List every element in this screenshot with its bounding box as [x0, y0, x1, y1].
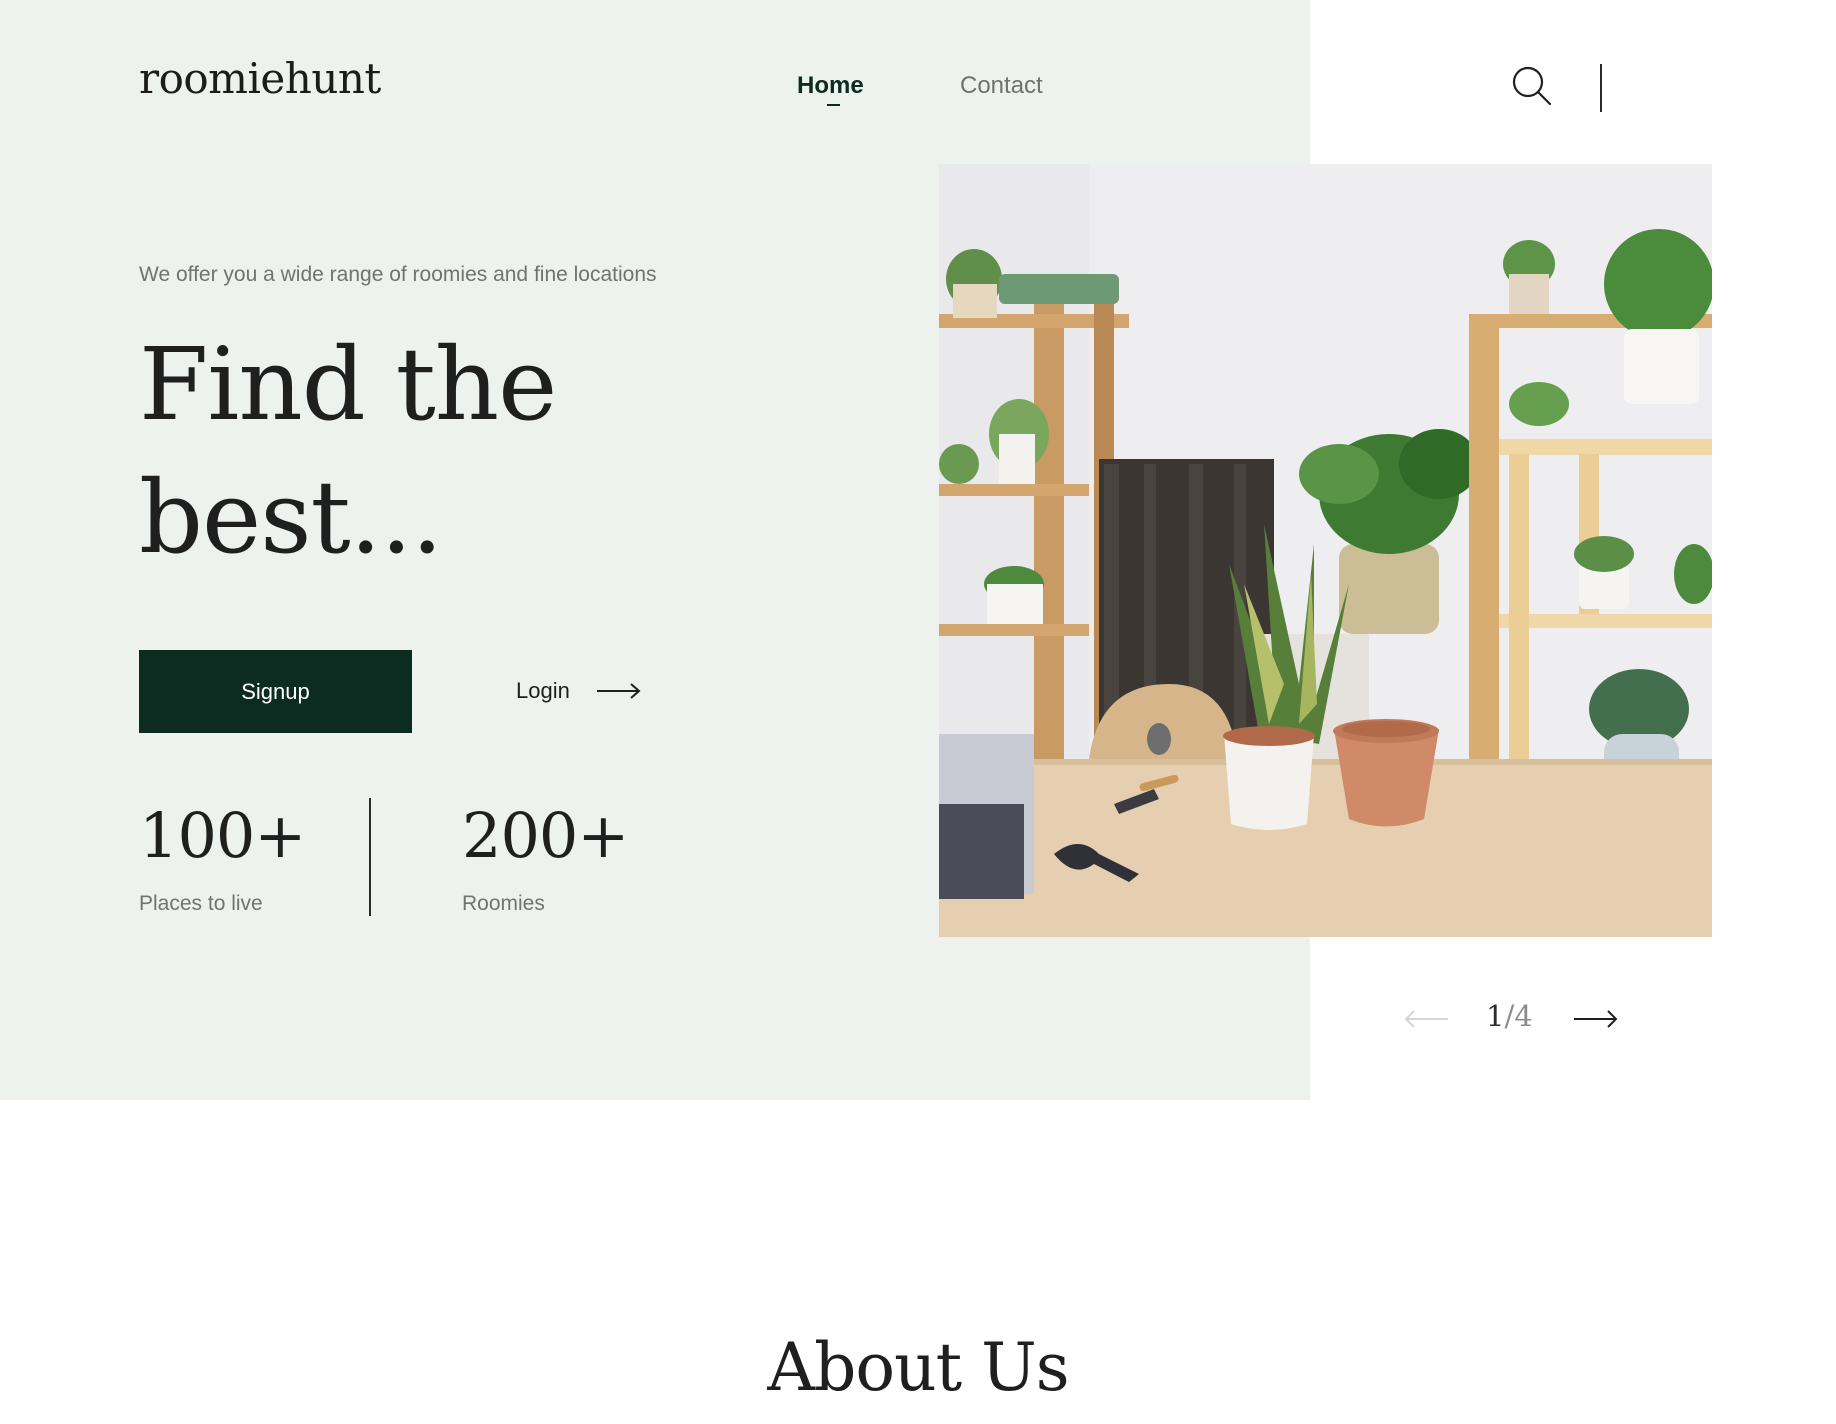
headline-line-2: best... — [139, 459, 443, 576]
nav-contact-link[interactable]: Contact — [960, 74, 1043, 98]
nav-home-label: Home — [797, 72, 864, 99]
search-icon — [1512, 66, 1552, 106]
headline-line-1: Find the — [139, 326, 557, 443]
header-divider — [1600, 64, 1602, 112]
login-link[interactable]: Login — [516, 680, 642, 702]
search-button[interactable] — [1510, 64, 1554, 108]
carousel-counter: 1 / 4 — [1486, 1002, 1533, 1031]
hero-headline: Find the best... — [139, 318, 557, 584]
plants-on-shelves-photo — [939, 164, 1712, 937]
about-title: About Us — [767, 1329, 1069, 1406]
arrow-left-icon — [1404, 1010, 1448, 1028]
nav-home-link[interactable]: Home — [797, 72, 864, 106]
carousel-prev-button[interactable] — [1402, 1004, 1450, 1034]
arrow-right-icon — [596, 683, 641, 699]
stat-places-value: 100+ — [139, 799, 306, 872]
arrow-right-icon — [1574, 1010, 1618, 1028]
hero-tagline: We offer you a wide range of roomies and… — [139, 263, 657, 286]
carousel-current: 1 — [1486, 999, 1505, 1033]
nav-contact-label: Contact — [960, 72, 1043, 99]
stat-places-label: Places to live — [139, 892, 263, 915]
login-label: Login — [516, 678, 570, 703]
hero-image — [939, 164, 1712, 937]
site-logo[interactable]: roomiehunt — [139, 58, 381, 100]
nav-active-indicator — [827, 104, 840, 106]
carousel-total: 4 — [1514, 999, 1533, 1033]
stat-roomies-label: Roomies — [462, 892, 545, 915]
signup-button[interactable]: Signup — [139, 650, 412, 733]
stats-divider — [369, 798, 371, 916]
carousel-separator: / — [1504, 999, 1515, 1033]
stat-roomies-value: 200+ — [462, 799, 629, 872]
carousel-next-button[interactable] — [1572, 1004, 1620, 1034]
